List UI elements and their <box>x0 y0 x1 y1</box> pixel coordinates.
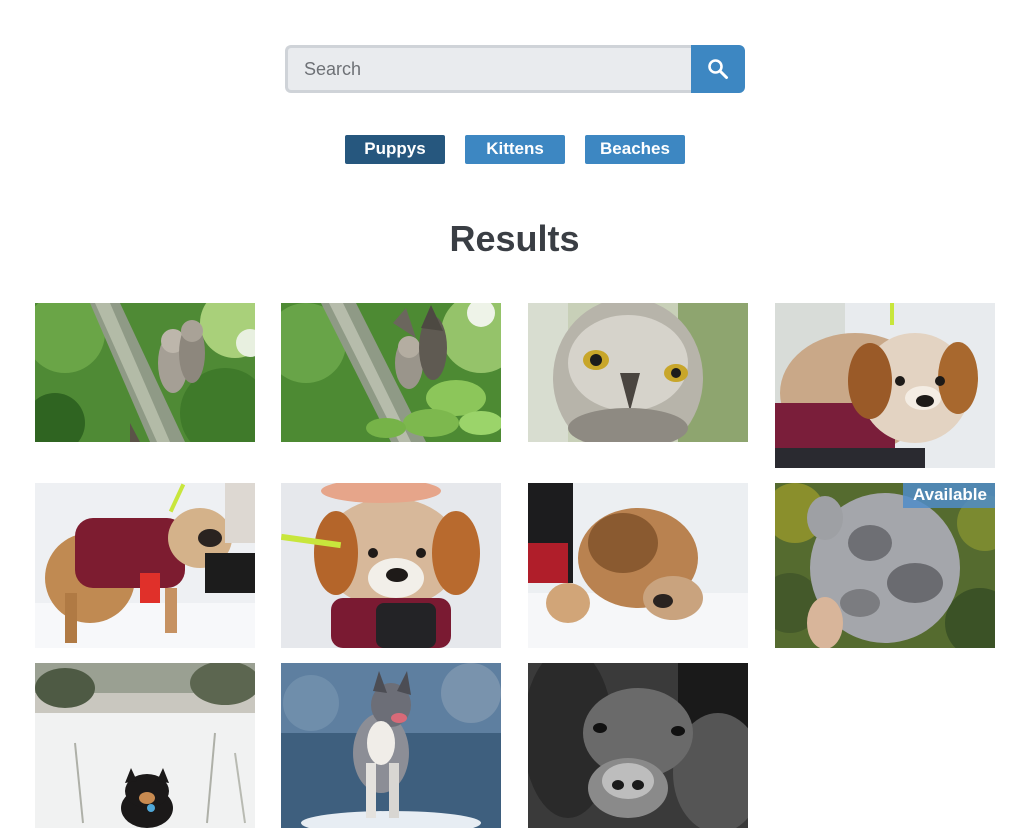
category-button-puppys[interactable]: Puppys <box>345 135 445 164</box>
owl-face-photo <box>528 303 748 442</box>
puppy-snowy-face-photo <box>281 483 501 648</box>
result-image-black-puppy-snow[interactable] <box>35 663 255 828</box>
result-image-owl-branch[interactable] <box>35 303 255 442</box>
spaniel-closeup-photo <box>528 663 748 828</box>
black-puppy-snow-photo <box>35 663 255 828</box>
results-heading: Results <box>449 218 580 259</box>
result-image-puppy-snowy-face[interactable] <box>281 483 501 648</box>
search-input[interactable] <box>285 45 691 93</box>
owl-leaves-photo <box>281 303 501 442</box>
puppy-snow-photo <box>35 483 255 648</box>
category-filters: Puppys Kittens Beaches <box>345 135 685 164</box>
search-icon <box>708 59 728 79</box>
result-image-owl-face[interactable] <box>528 303 748 442</box>
result-image-puppy-red-coat[interactable] <box>775 303 995 468</box>
result-image-puppy-sniffing[interactable] <box>528 483 748 648</box>
page: Puppys Kittens Beaches Results <box>0 0 1029 835</box>
result-image-shepherd-rock[interactable] <box>281 663 501 828</box>
result-image-merle-puppy[interactable]: Available <box>775 483 995 648</box>
search-button[interactable] <box>691 45 745 93</box>
availability-badge: Available <box>902 483 995 508</box>
result-image-spaniel-closeup[interactable] <box>528 663 748 828</box>
puppy-red-coat-photo <box>775 303 995 468</box>
search-bar <box>285 45 745 93</box>
category-button-beaches[interactable]: Beaches <box>585 135 685 164</box>
owl-branch-photo <box>35 303 255 442</box>
result-image-puppy-snow[interactable] <box>35 483 255 648</box>
shepherd-rock-photo <box>281 663 501 828</box>
category-button-kittens[interactable]: Kittens <box>465 135 565 164</box>
result-image-owl-leaves[interactable] <box>281 303 501 442</box>
puppy-sniffing-photo <box>528 483 748 648</box>
